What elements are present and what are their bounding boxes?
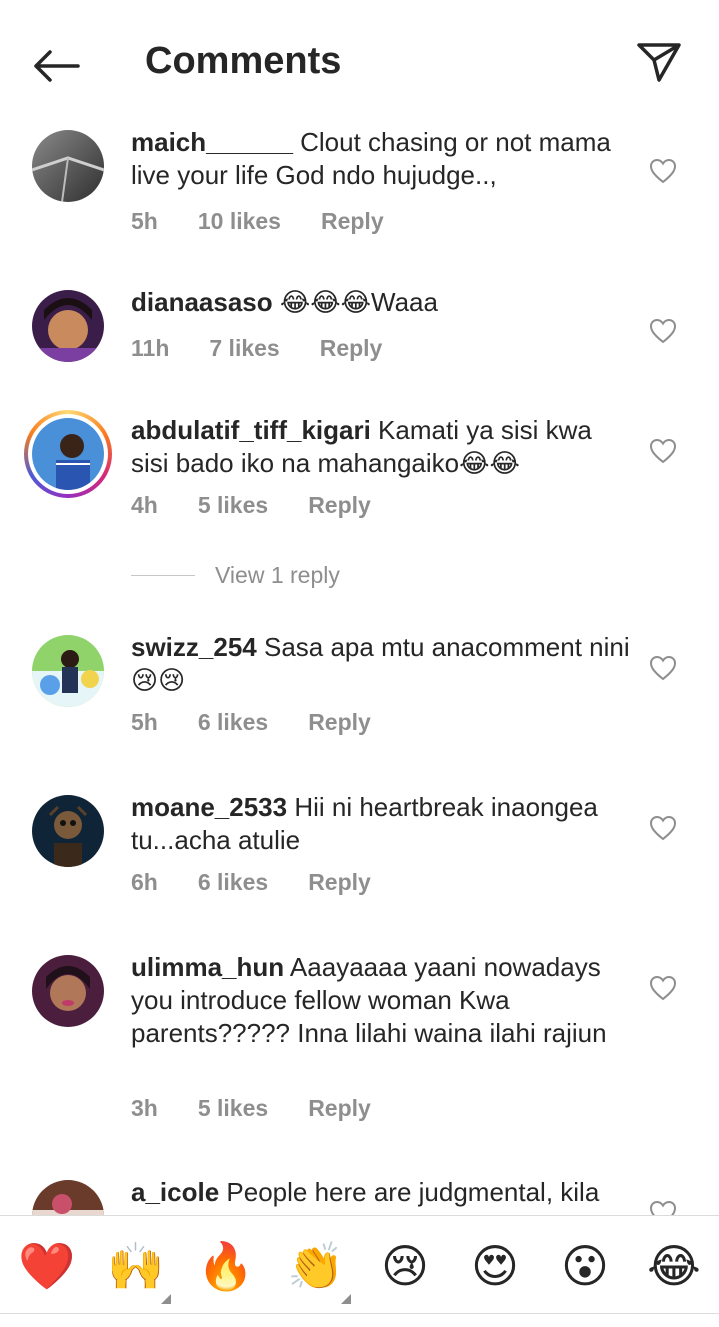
- comment-meta: 4h 5 likes Reply: [131, 492, 411, 519]
- comment-text: moane_2533 Hii ni heartbreak inaongea tu…: [131, 791, 631, 857]
- heart-icon[interactable]: [649, 438, 677, 464]
- comment-text: swizz_254 Sasa apa mtu anacomment nini😢😢: [131, 631, 631, 697]
- comment-username[interactable]: moane_2533: [131, 792, 287, 822]
- comment-username[interactable]: swizz_254: [131, 632, 257, 662]
- avatar[interactable]: [32, 290, 104, 362]
- red-heart-emoji[interactable]: ❤️: [18, 1238, 75, 1294]
- comment-text: maich______ Clout chasing or not mama li…: [131, 126, 631, 192]
- avatar[interactable]: [32, 635, 104, 707]
- comment-likes[interactable]: 5 likes: [198, 1095, 268, 1122]
- header: Comments: [0, 0, 719, 120]
- comment-time: 4h: [131, 492, 158, 518]
- comment-text: abdulatif_tiff_kigari Kamati ya sisi kwa…: [131, 414, 631, 480]
- comment-username[interactable]: a_icole: [131, 1177, 219, 1207]
- comment-meta: 5h 6 likes Reply: [131, 709, 411, 736]
- comment-meta: 11h 7 likes Reply: [131, 335, 422, 362]
- raised-hands-emoji[interactable]: 🙌: [107, 1238, 164, 1294]
- comment-meta: 5h 10 likes Reply: [131, 208, 424, 235]
- comment-text: a_icole People here are judgmental, kila: [131, 1176, 631, 1209]
- comment-username[interactable]: dianaasaso: [131, 287, 273, 317]
- avatar-story-ring[interactable]: [24, 410, 112, 498]
- divider-line: [131, 575, 195, 576]
- comment-meta: 3h 5 likes Reply: [131, 1095, 411, 1122]
- clapping-hands-emoji[interactable]: 👏: [287, 1238, 344, 1294]
- comment-time: 6h: [131, 869, 158, 895]
- reply-button[interactable]: Reply: [308, 492, 371, 519]
- reply-button[interactable]: Reply: [321, 208, 384, 235]
- tears-of-joy-emoji[interactable]: 😂: [646, 1238, 702, 1294]
- comment-time: 5h: [131, 208, 158, 234]
- comment-username[interactable]: abdulatif_tiff_kigari: [131, 415, 371, 445]
- comment-time: 3h: [131, 1095, 158, 1121]
- emoji-reaction-bar: ❤️ 🙌 🔥 👏 😢 😍 😮 😂: [0, 1215, 719, 1327]
- comment-username[interactable]: maich______: [131, 127, 293, 157]
- heart-icon[interactable]: [649, 815, 677, 841]
- surprised-face-emoji[interactable]: 😮: [557, 1238, 613, 1294]
- avatar[interactable]: [32, 955, 104, 1027]
- fire-emoji[interactable]: 🔥: [197, 1238, 254, 1294]
- skin-tone-indicator: [341, 1294, 351, 1304]
- heart-icon[interactable]: [649, 975, 677, 1001]
- comment-time: 5h: [131, 709, 158, 735]
- comment-text: dianaasaso 😂😂😂Waaa: [131, 286, 631, 319]
- paper-plane-icon: [637, 43, 681, 82]
- reply-button[interactable]: Reply: [320, 335, 383, 362]
- comment-list[interactable]: maich______ Clout chasing or not mama li…: [0, 118, 719, 1215]
- view-replies-label: View 1 reply: [215, 562, 340, 588]
- avatar[interactable]: [32, 130, 104, 202]
- heart-icon[interactable]: [649, 318, 677, 344]
- crying-face-emoji[interactable]: 😢: [377, 1238, 433, 1294]
- comment-username[interactable]: ulimma_hun: [131, 952, 284, 982]
- reply-button[interactable]: Reply: [308, 1095, 371, 1122]
- comment-meta: 6h 6 likes Reply: [131, 869, 411, 896]
- divider: [0, 1313, 719, 1314]
- comment-likes[interactable]: 6 likes: [198, 709, 268, 736]
- back-button[interactable]: [28, 42, 84, 90]
- page-title: Comments: [145, 40, 342, 82]
- comment-time: 11h: [131, 335, 170, 361]
- comment-likes[interactable]: 5 likes: [198, 492, 268, 519]
- comment-likes[interactable]: 10 likes: [198, 208, 281, 235]
- share-button[interactable]: [633, 38, 685, 86]
- view-replies-button[interactable]: View 1 reply: [131, 562, 340, 589]
- skin-tone-indicator: [161, 1294, 171, 1304]
- arrow-left-icon: [34, 50, 80, 82]
- comment-likes[interactable]: 7 likes: [209, 335, 279, 362]
- comment-text: ulimma_hun Aaayaaaa yaani nowadays you i…: [131, 951, 631, 1050]
- avatar-ring-inner: [28, 414, 108, 494]
- comment-likes[interactable]: 6 likes: [198, 869, 268, 896]
- avatar[interactable]: [32, 795, 104, 867]
- comment-body: People here are judgmental, kila: [219, 1177, 600, 1207]
- reply-button[interactable]: Reply: [308, 869, 371, 896]
- heart-icon[interactable]: [649, 655, 677, 681]
- heart-eyes-emoji[interactable]: 😍: [467, 1238, 523, 1294]
- comment-body: 😂😂😂Waaa: [272, 287, 438, 317]
- reply-button[interactable]: Reply: [308, 709, 371, 736]
- avatar: [32, 418, 104, 490]
- heart-icon[interactable]: [649, 158, 677, 184]
- heart-icon[interactable]: [649, 1200, 677, 1215]
- avatar[interactable]: [32, 1180, 104, 1215]
